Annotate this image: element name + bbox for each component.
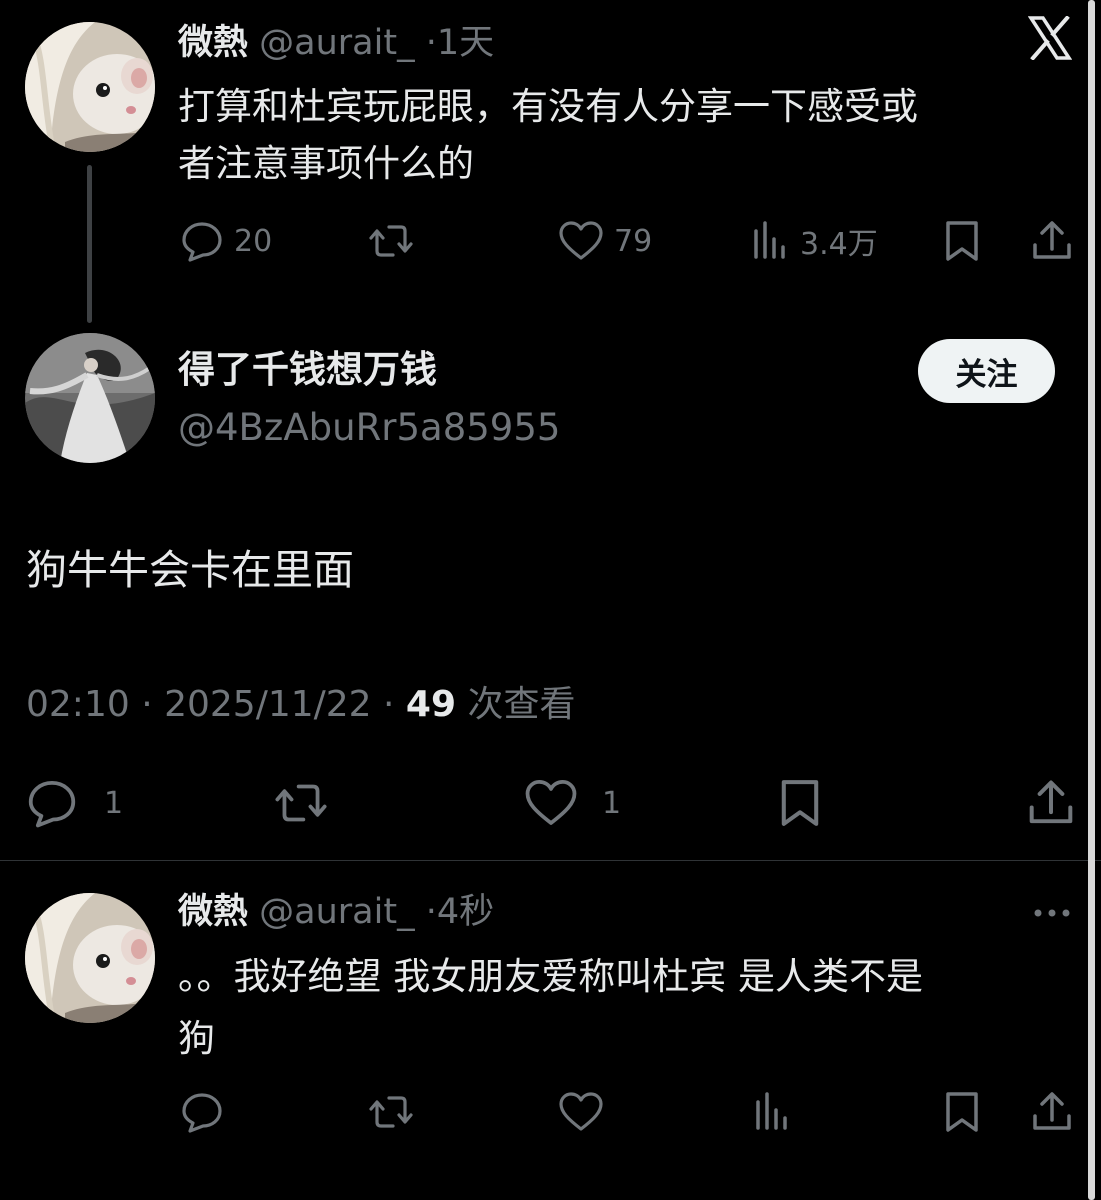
like-button[interactable]	[558, 1090, 604, 1134]
tweet-text-line: 狗	[178, 1017, 215, 1060]
retweet-icon	[369, 225, 413, 257]
like-button[interactable]: 79	[558, 219, 652, 263]
retweet-button[interactable]	[367, 1090, 415, 1134]
tweet-text: 。。我好绝望 我女朋友爱称叫杜宾 是人类不是 狗	[178, 946, 923, 1070]
bookmark-icon	[946, 221, 978, 261]
share-button[interactable]	[1030, 1090, 1074, 1134]
bookmark-icon	[946, 1092, 978, 1132]
tweet-text: 狗牛牛会卡在里面	[26, 546, 354, 594]
avatar[interactable]	[25, 333, 155, 463]
scrollbar[interactable]	[1088, 0, 1095, 1200]
share-upload-icon	[1029, 780, 1073, 824]
reply-button[interactable]	[180, 1090, 224, 1134]
share-button[interactable]	[1030, 219, 1074, 263]
tweet-text-line: 。。我好绝望 我女朋友爱称叫杜宾 是人类不是	[178, 955, 924, 998]
follow-button[interactable]: 关注	[918, 339, 1055, 403]
x-logo-icon[interactable]	[1027, 15, 1073, 61]
display-name[interactable]: 得了千钱想万钱	[178, 344, 437, 396]
user-handle[interactable]: @aurait_	[259, 892, 414, 932]
retweet-icon	[275, 784, 327, 822]
heart-icon	[559, 1092, 603, 1131]
tweet-meta: 02:10 · 2025/11/22 · 49 次查看	[26, 680, 575, 730]
view-count-label: 次查看	[456, 684, 576, 725]
tweet-text-line: 打算和杜宾玩屁眼，有没有人分享一下感受或	[178, 85, 918, 128]
tweet-text: 打算和杜宾玩屁眼，有没有人分享一下感受或 者注意事项什么的	[178, 78, 918, 192]
views-button[interactable]	[752, 1090, 792, 1134]
bookmark-button[interactable]	[778, 777, 822, 829]
like-count: 79	[614, 223, 653, 259]
share-button[interactable]	[1026, 777, 1076, 829]
like-count: 1	[602, 785, 622, 821]
share-upload-icon	[1033, 221, 1071, 259]
tweet-text-line: 者注意事项什么的	[178, 142, 474, 185]
divider	[0, 860, 1101, 861]
retweet-icon	[369, 1096, 413, 1128]
bar-chart-icon	[754, 221, 785, 259]
reply-button[interactable]: 1	[26, 777, 123, 829]
avatar[interactable]	[25, 893, 155, 1023]
user-handle[interactable]: @aurait_	[259, 23, 414, 63]
bar-chart-icon	[756, 1092, 787, 1130]
tweet-header: 微熱 @aurait_ ·4秒	[178, 887, 494, 937]
heart-icon	[525, 779, 577, 825]
retweet-button[interactable]	[272, 777, 330, 829]
speech-bubble-icon	[28, 781, 76, 828]
bookmark-button[interactable]	[943, 1090, 981, 1134]
speech-bubble-icon	[182, 1093, 222, 1133]
tweet-header: 微熱 @aurait_ ·1天	[178, 18, 494, 68]
views-count: 3.4万	[800, 227, 878, 262]
thread-connector-line	[87, 165, 92, 323]
retweet-button[interactable]	[367, 219, 415, 263]
reply-count: 20	[234, 223, 273, 259]
tweet-time[interactable]: 1天	[437, 23, 494, 63]
display-name[interactable]: 微熱	[178, 892, 248, 932]
more-dots-icon[interactable]	[1032, 903, 1072, 923]
avatar[interactable]	[25, 22, 155, 152]
reply-button[interactable]: 20	[180, 219, 272, 263]
view-count: 49	[405, 684, 457, 725]
tweet-time[interactable]: 4秒	[437, 892, 494, 932]
bookmark-icon	[781, 780, 819, 826]
separator-dot: ·	[425, 23, 437, 63]
user-handle[interactable]: @4BzAbuRr5a85955	[178, 402, 560, 454]
bookmark-button[interactable]	[943, 219, 981, 263]
timestamp[interactable]: 02:10 · 2025/11/22 ·	[26, 684, 406, 725]
separator-dot: ·	[425, 892, 437, 932]
views-button[interactable]: 3.4万	[750, 219, 878, 263]
share-upload-icon	[1033, 1092, 1071, 1130]
heart-icon	[559, 221, 603, 260]
like-button[interactable]: 1	[524, 777, 621, 829]
display-name[interactable]: 微熱	[178, 23, 248, 63]
speech-bubble-icon	[182, 222, 222, 262]
reply-count: 1	[104, 785, 124, 821]
